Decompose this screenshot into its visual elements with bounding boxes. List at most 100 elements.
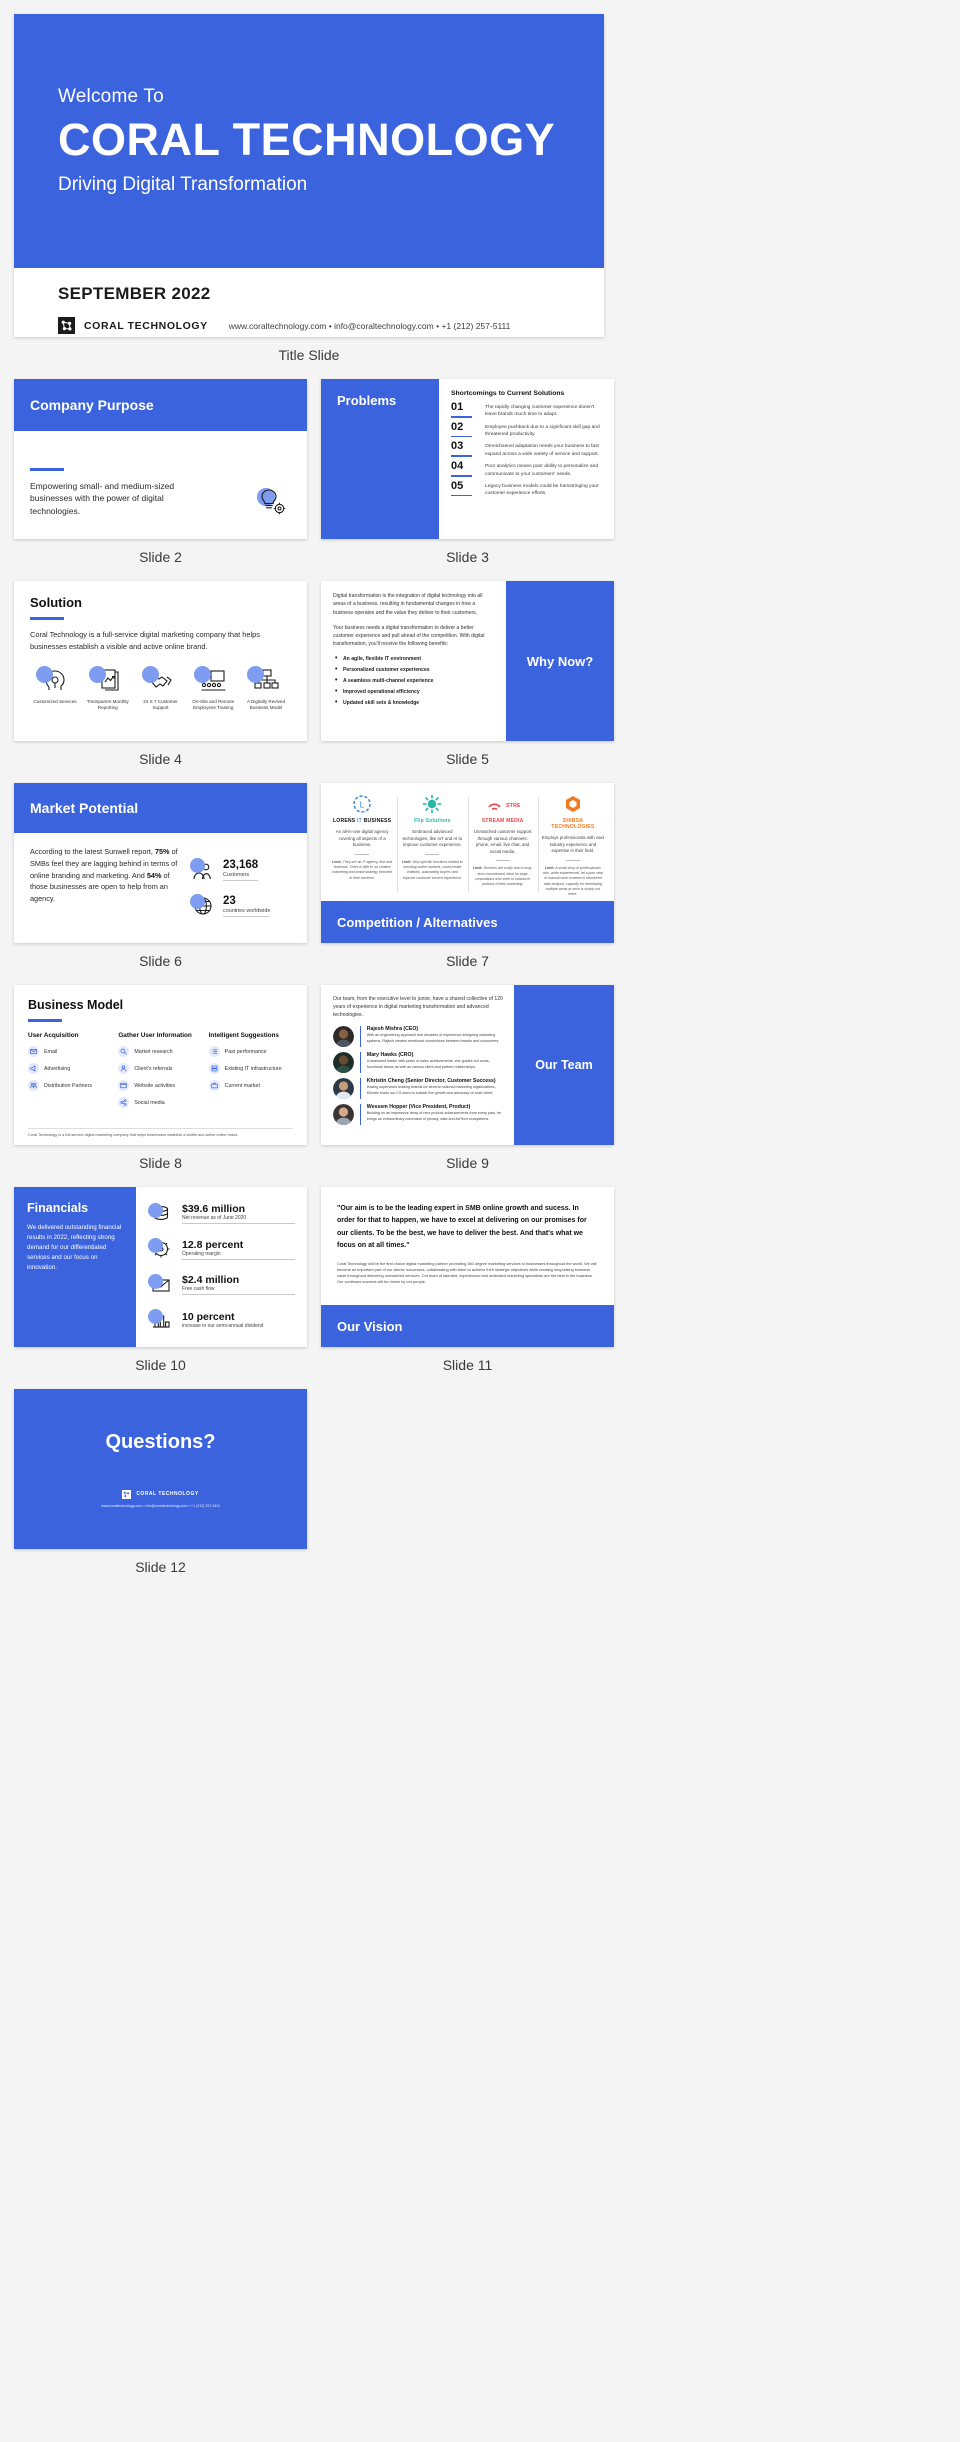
- problem-text: The rapidly changing customer experience…: [485, 405, 595, 418]
- user-icon: [118, 1063, 130, 1074]
- benefit-item: Personalized customer experiences: [333, 666, 494, 673]
- bm-item: Website activities: [118, 1080, 202, 1091]
- vision-detail: Coral Technology will be the first choic…: [337, 1261, 597, 1285]
- caption-slide-6: Slide 6: [139, 953, 182, 969]
- problem-item: 01 The rapidly changing customer experie…: [451, 402, 602, 419]
- slide-8-business-model[interactable]: Business Model User Acquisition Email Ad…: [14, 985, 307, 1145]
- slide5-benefits: An agile, flexible IT environment Person…: [333, 655, 494, 706]
- feature-item: A Digitally Revived Business Model: [241, 665, 291, 712]
- stat-value: 23,168: [223, 859, 259, 872]
- slide10-stats: $39.6 million Net revenue as of June 202…: [136, 1187, 307, 1347]
- captions-6-7: Slide 6 Slide 7: [14, 943, 946, 985]
- list-icon: [208, 1046, 220, 1057]
- browser-icon: [118, 1080, 130, 1091]
- bm-item: Advertising: [28, 1063, 112, 1074]
- feature-label: Customized Services: [33, 698, 77, 704]
- slide6-text: According to the latest Sunwell report, …: [30, 846, 180, 930]
- slide12-brand-row: CORAL TECHNOLOGY: [122, 1489, 198, 1499]
- problem-number: 01: [451, 401, 464, 413]
- caption-slide-4: Slide 4: [139, 751, 182, 767]
- slide10-header-panel: Financials We delivered outstanding fina…: [14, 1187, 136, 1347]
- problem-text: Employee pushback due to a significant s…: [485, 424, 600, 438]
- company-title: CORAL TECHNOLOGY: [58, 113, 556, 165]
- row-10-11: Financials We delivered outstanding fina…: [14, 1187, 946, 1347]
- stat-label: countries worldwide: [223, 907, 271, 914]
- brand-name: CORAL TECHNOLOGY: [84, 319, 208, 332]
- competitor-limit-text: They are an IT agency, first and foremos…: [332, 859, 392, 880]
- slide-7-competition[interactable]: L LORENS IT BUSINESS An all-in-one digit…: [321, 783, 614, 943]
- stat-item: 23 countries worldwide: [190, 894, 291, 918]
- problem-item: 05 Legacy business models could be hamst…: [451, 479, 602, 498]
- slide-5-why-now[interactable]: Digital transformation is the integratio…: [321, 581, 614, 741]
- slide5-paragraph-1: Digital transformation is the integratio…: [333, 593, 483, 616]
- financial-stat: 12.8 percent Operating margin: [148, 1237, 295, 1261]
- caption-slide-12: Slide 12: [135, 1559, 186, 1575]
- competitor-limit: Limit: Services are costly due to long-t…: [472, 866, 534, 887]
- slide-4-solution[interactable]: Solution Coral Technology is a full-serv…: [14, 581, 307, 741]
- caption-slide-7: Slide 7: [446, 953, 489, 969]
- brand-contact: www.coraltechnology.com • info@coraltech…: [100, 1503, 221, 1508]
- benefit-item: A seamless multi-channel experience: [333, 677, 494, 684]
- vision-quote: "Our aim is to be the leading expert in …: [337, 1205, 587, 1249]
- slide-11-our-vision[interactable]: "Our aim is to be the leading expert in …: [321, 1187, 614, 1347]
- row-4-5: Solution Coral Technology is a full-serv…: [14, 581, 946, 741]
- slide3-header-panel: Problems: [321, 379, 439, 539]
- server-icon: [208, 1063, 220, 1074]
- competitor-desc: Unmatched customer support through vario…: [473, 829, 532, 854]
- stat-item: 23,168 Customers: [190, 858, 291, 882]
- financial-label: Free cash flow: [182, 1286, 215, 1293]
- problem-underline: [451, 494, 472, 497]
- caption-slide-10: Slide 10: [135, 1357, 186, 1373]
- problem-underline: [451, 416, 472, 418]
- problem-underline: [451, 435, 472, 438]
- problem-underline: [451, 475, 472, 477]
- bm-item: Email: [28, 1046, 112, 1057]
- slide7-header-label: Competition / Alternatives: [337, 914, 498, 930]
- problem-text: Poor analytics means poor ability to per…: [485, 464, 599, 477]
- row-2-3: Company Purpose Empowering small- and me…: [14, 379, 946, 539]
- competitor-name: LORENS IT BUSINESS: [331, 818, 393, 824]
- captions-8-9: Slide 8 Slide 9: [14, 1145, 946, 1187]
- slide-title[interactable]: Welcome To CORAL TECHNOLOGY Driving Digi…: [14, 14, 604, 337]
- slide-3-problems[interactable]: Problems Shortcomings to Current Solutio…: [321, 379, 614, 539]
- slide2-header: Company Purpose: [14, 379, 307, 431]
- slide3-list-title: Shortcomings to Current Solutions: [451, 390, 565, 397]
- caption-slide-9: Slide 9: [446, 1155, 489, 1171]
- slide-9-our-team[interactable]: Our team, from the executive level to ju…: [321, 985, 614, 1145]
- problem-number: 03: [451, 440, 464, 453]
- slide6-text-pre: According to the latest Sunwell report,: [30, 847, 155, 856]
- competitor-desc: Embraced advanced technologies, like IoT…: [402, 829, 463, 848]
- flip-sun-logo-icon: [401, 793, 463, 815]
- magnifier-icon: [118, 1046, 130, 1057]
- competitor-name-tail: BUSINESS: [363, 818, 392, 824]
- team-member: Khristin Cheng (Senior Director, Custome…: [333, 1078, 504, 1100]
- feature-item: Transparent Monthly Reporting: [83, 665, 133, 712]
- slide11-header-label: Our Vision: [337, 1318, 403, 1334]
- slide10-body: We delivered outstanding financial resul…: [27, 1224, 122, 1271]
- slide-10-financials[interactable]: Financials We delivered outstanding fina…: [14, 1187, 307, 1347]
- caption-slide-3: Slide 3: [446, 549, 489, 565]
- briefcase-icon: [208, 1080, 220, 1091]
- benefit-item: Improved operational efficiency: [333, 688, 494, 695]
- problem-item: 03 Omnichannel adaptation needs your bus…: [451, 441, 602, 458]
- bm-column-title: Intelligent Suggestions: [208, 1032, 279, 1039]
- bm-item-label: Social media: [134, 1099, 165, 1106]
- svg-text:L: L: [360, 801, 365, 810]
- slide-6-market-potential[interactable]: Market Potential According to the latest…: [14, 783, 307, 943]
- slide5-header-label: Why Now?: [526, 653, 594, 669]
- slide3-header-label: Problems: [337, 393, 397, 408]
- problem-number: 05: [451, 479, 464, 492]
- slide-2-company-purpose[interactable]: Company Purpose Empowering small- and me…: [14, 379, 307, 539]
- captions-12: Slide 12: [14, 1549, 946, 1591]
- competitor-limit-label: Limit:: [544, 865, 555, 870]
- team-member: Mary Hawks (CRO) A seasoned leader with y…: [333, 1052, 504, 1074]
- competitor-limit-text: Services are costly due to long-term com…: [474, 866, 533, 887]
- bm-column-title: Gather User Information: [118, 1032, 192, 1039]
- slide9-header-label: Our Team: [535, 1058, 593, 1072]
- financial-label: Operating margin: [182, 1250, 221, 1257]
- member-desc: With an engineering approach and decades…: [366, 1033, 500, 1043]
- financial-stat: $2.4 million Free cash flow: [148, 1273, 295, 1297]
- slide-12-questions[interactable]: Questions? CORAL TECHNOLOGY www.coraltec…: [14, 1389, 307, 1549]
- competitor-name: Flip Solutions: [414, 818, 451, 824]
- pitch-deck-overview: Welcome To CORAL TECHNOLOGY Driving Digi…: [14, 14, 946, 1591]
